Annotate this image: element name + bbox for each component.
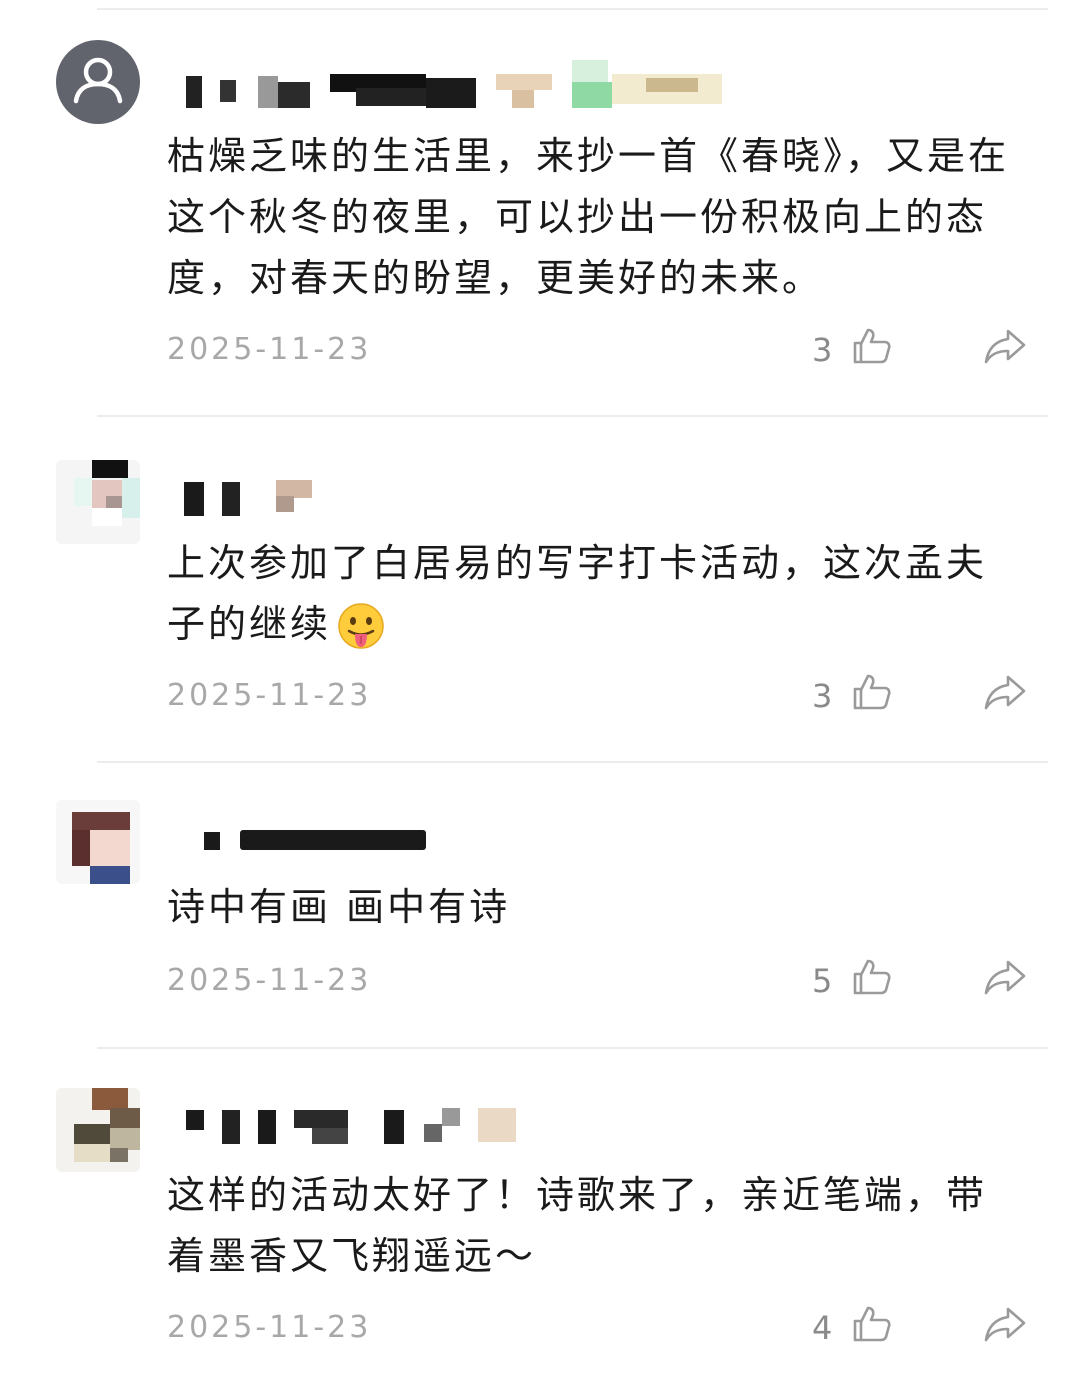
comment-date: 2025-11-23 (167, 678, 372, 713)
comment-item: 枯燥乏味的生活里，来抄一首《春晓》，又是在这个秋冬的夜里，可以抄出一份积极向上的… (0, 0, 1080, 416)
comment-text: 枯燥乏味的生活里，来抄一首《春晓》，又是在这个秋冬的夜里，可以抄出一份积极向上的… (167, 134, 1010, 300)
comment-text-body: 上次参加了白居易的写字打卡活动，这次孟夫子的继续 (167, 541, 988, 646)
avatar[interactable] (56, 460, 140, 544)
default-user-icon (73, 57, 123, 104)
username-blurred[interactable] (180, 476, 340, 516)
comment-item: 这样的活动太好了！诗歌来了，亲近笔端，带着墨香又飞翔遥远～ 2025-11-23… (0, 1048, 1080, 1379)
share-arrow-icon[interactable] (982, 1304, 1028, 1344)
comment-text: 这样的活动太好了！诗歌来了，亲近笔端，带着墨香又飞翔遥远～ (167, 1173, 988, 1278)
comment-date: 2025-11-23 (167, 963, 372, 998)
like-count: 4 (812, 1309, 833, 1347)
comment-text: 上次参加了白居易的写字打卡活动，这次孟夫子的继续 (167, 533, 1017, 655)
comment-text: 诗中有画 画中有诗 (167, 885, 511, 929)
username-blurred[interactable] (180, 60, 740, 110)
username-blurred[interactable] (180, 1106, 540, 1146)
like-count: 3 (812, 677, 833, 715)
username-blurred[interactable] (180, 824, 440, 864)
like-count: 3 (812, 331, 833, 369)
avatar[interactable] (56, 800, 140, 884)
like-count: 5 (812, 962, 833, 1000)
avatar[interactable] (56, 40, 140, 124)
share-arrow-icon[interactable] (982, 957, 1028, 997)
thumbs-up-icon[interactable] (850, 326, 894, 366)
thumbs-up-icon[interactable] (850, 672, 894, 712)
tongue-face-emoji (338, 602, 384, 649)
thumbs-up-icon[interactable] (850, 1304, 894, 1344)
thumbs-up-icon[interactable] (850, 957, 894, 997)
comment-item: 上次参加了白居易的写字打卡活动，这次孟夫子的继续 2025-11-23 3 (0, 416, 1080, 762)
share-arrow-icon[interactable] (982, 672, 1028, 712)
comment-item: 诗中有画 画中有诗 2025-11-23 5 (0, 762, 1080, 1048)
avatar[interactable] (56, 1088, 140, 1172)
share-arrow-icon[interactable] (982, 326, 1028, 366)
comment-date: 2025-11-23 (167, 1310, 372, 1345)
comment-date: 2025-11-23 (167, 332, 372, 367)
